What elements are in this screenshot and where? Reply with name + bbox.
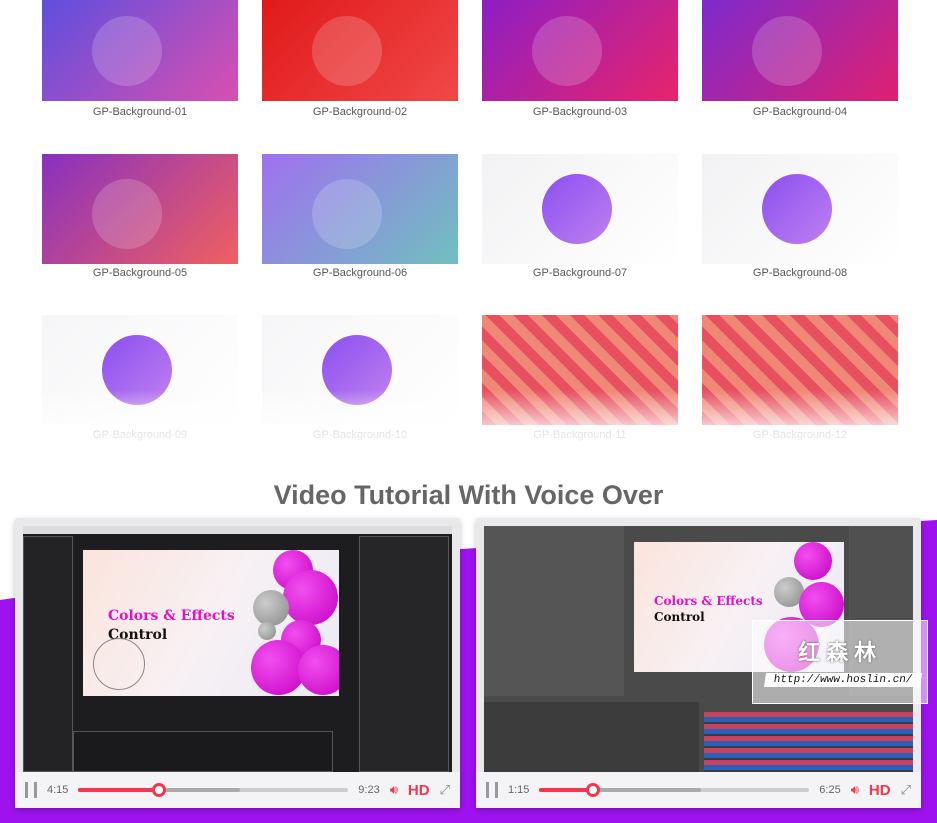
video-player-1[interactable]: Colors & Effects Control 4:15 9:23 🔊︎ HD… xyxy=(15,518,460,808)
video-screen[interactable]: Colors & Effects Control xyxy=(23,526,452,772)
thumbnail-label: GP-Background-07 xyxy=(532,267,628,279)
seek-bar[interactable] xyxy=(539,783,810,797)
current-time: 4:15 xyxy=(47,784,69,796)
watermark-url: http://www.hoslin.cn/ xyxy=(764,673,922,687)
video-text-line2: Control xyxy=(654,610,705,624)
background-thumbnail[interactable] xyxy=(262,0,458,101)
fullscreen-icon[interactable]: ⤢ xyxy=(901,782,911,798)
thumbnail-label: GP-Background-06 xyxy=(312,267,408,279)
section-title: Video Tutorial With Voice Over xyxy=(273,480,664,510)
pause-icon[interactable] xyxy=(486,782,498,798)
volume-icon[interactable]: 🔊︎ xyxy=(390,782,398,798)
watermark: 红森林 http://www.hoslin.cn/ xyxy=(752,620,928,704)
background-thumbnail[interactable] xyxy=(42,154,238,264)
thumbnail-label: GP-Background-02 xyxy=(312,106,408,118)
fullscreen-icon[interactable]: ⤢ xyxy=(440,782,450,798)
seek-bar[interactable] xyxy=(78,783,349,797)
hd-button[interactable]: HD xyxy=(408,782,430,799)
hd-button[interactable]: HD xyxy=(869,782,891,799)
thumbnail-label: GP-Background-08 xyxy=(752,267,848,279)
watermark-name: 红森林 xyxy=(797,640,882,665)
background-thumbnail[interactable] xyxy=(262,154,458,264)
background-thumbnail[interactable] xyxy=(42,0,238,101)
video-text-line1: Colors & Effects xyxy=(654,594,763,608)
pause-icon[interactable] xyxy=(25,782,37,798)
background-thumbnail[interactable] xyxy=(482,154,678,264)
seek-knob[interactable] xyxy=(152,783,167,797)
volume-icon[interactable]: 🔊︎ xyxy=(851,782,859,798)
duration: 6:25 xyxy=(819,784,841,796)
current-time: 1:15 xyxy=(508,784,530,796)
thumbnail-label: GP-Background-05 xyxy=(92,267,188,279)
thumbnail-label: GP-Background-01 xyxy=(92,106,188,118)
background-thumbnail[interactable] xyxy=(482,0,678,101)
thumbnail-label: GP-Background-04 xyxy=(752,106,848,118)
player-controls: 1:15 6:25 🔊︎ HD ⤢ xyxy=(476,772,921,808)
background-thumbnail[interactable] xyxy=(702,154,898,264)
duration: 9:23 xyxy=(358,784,380,796)
background-thumbnail[interactable] xyxy=(702,0,898,101)
thumbnail-label: GP-Background-03 xyxy=(532,106,628,118)
seek-knob[interactable] xyxy=(586,783,601,797)
player-controls: 4:15 9:23 🔊︎ HD ⤢ xyxy=(15,772,460,808)
video-text-line1: Colors & Effects xyxy=(108,608,235,624)
